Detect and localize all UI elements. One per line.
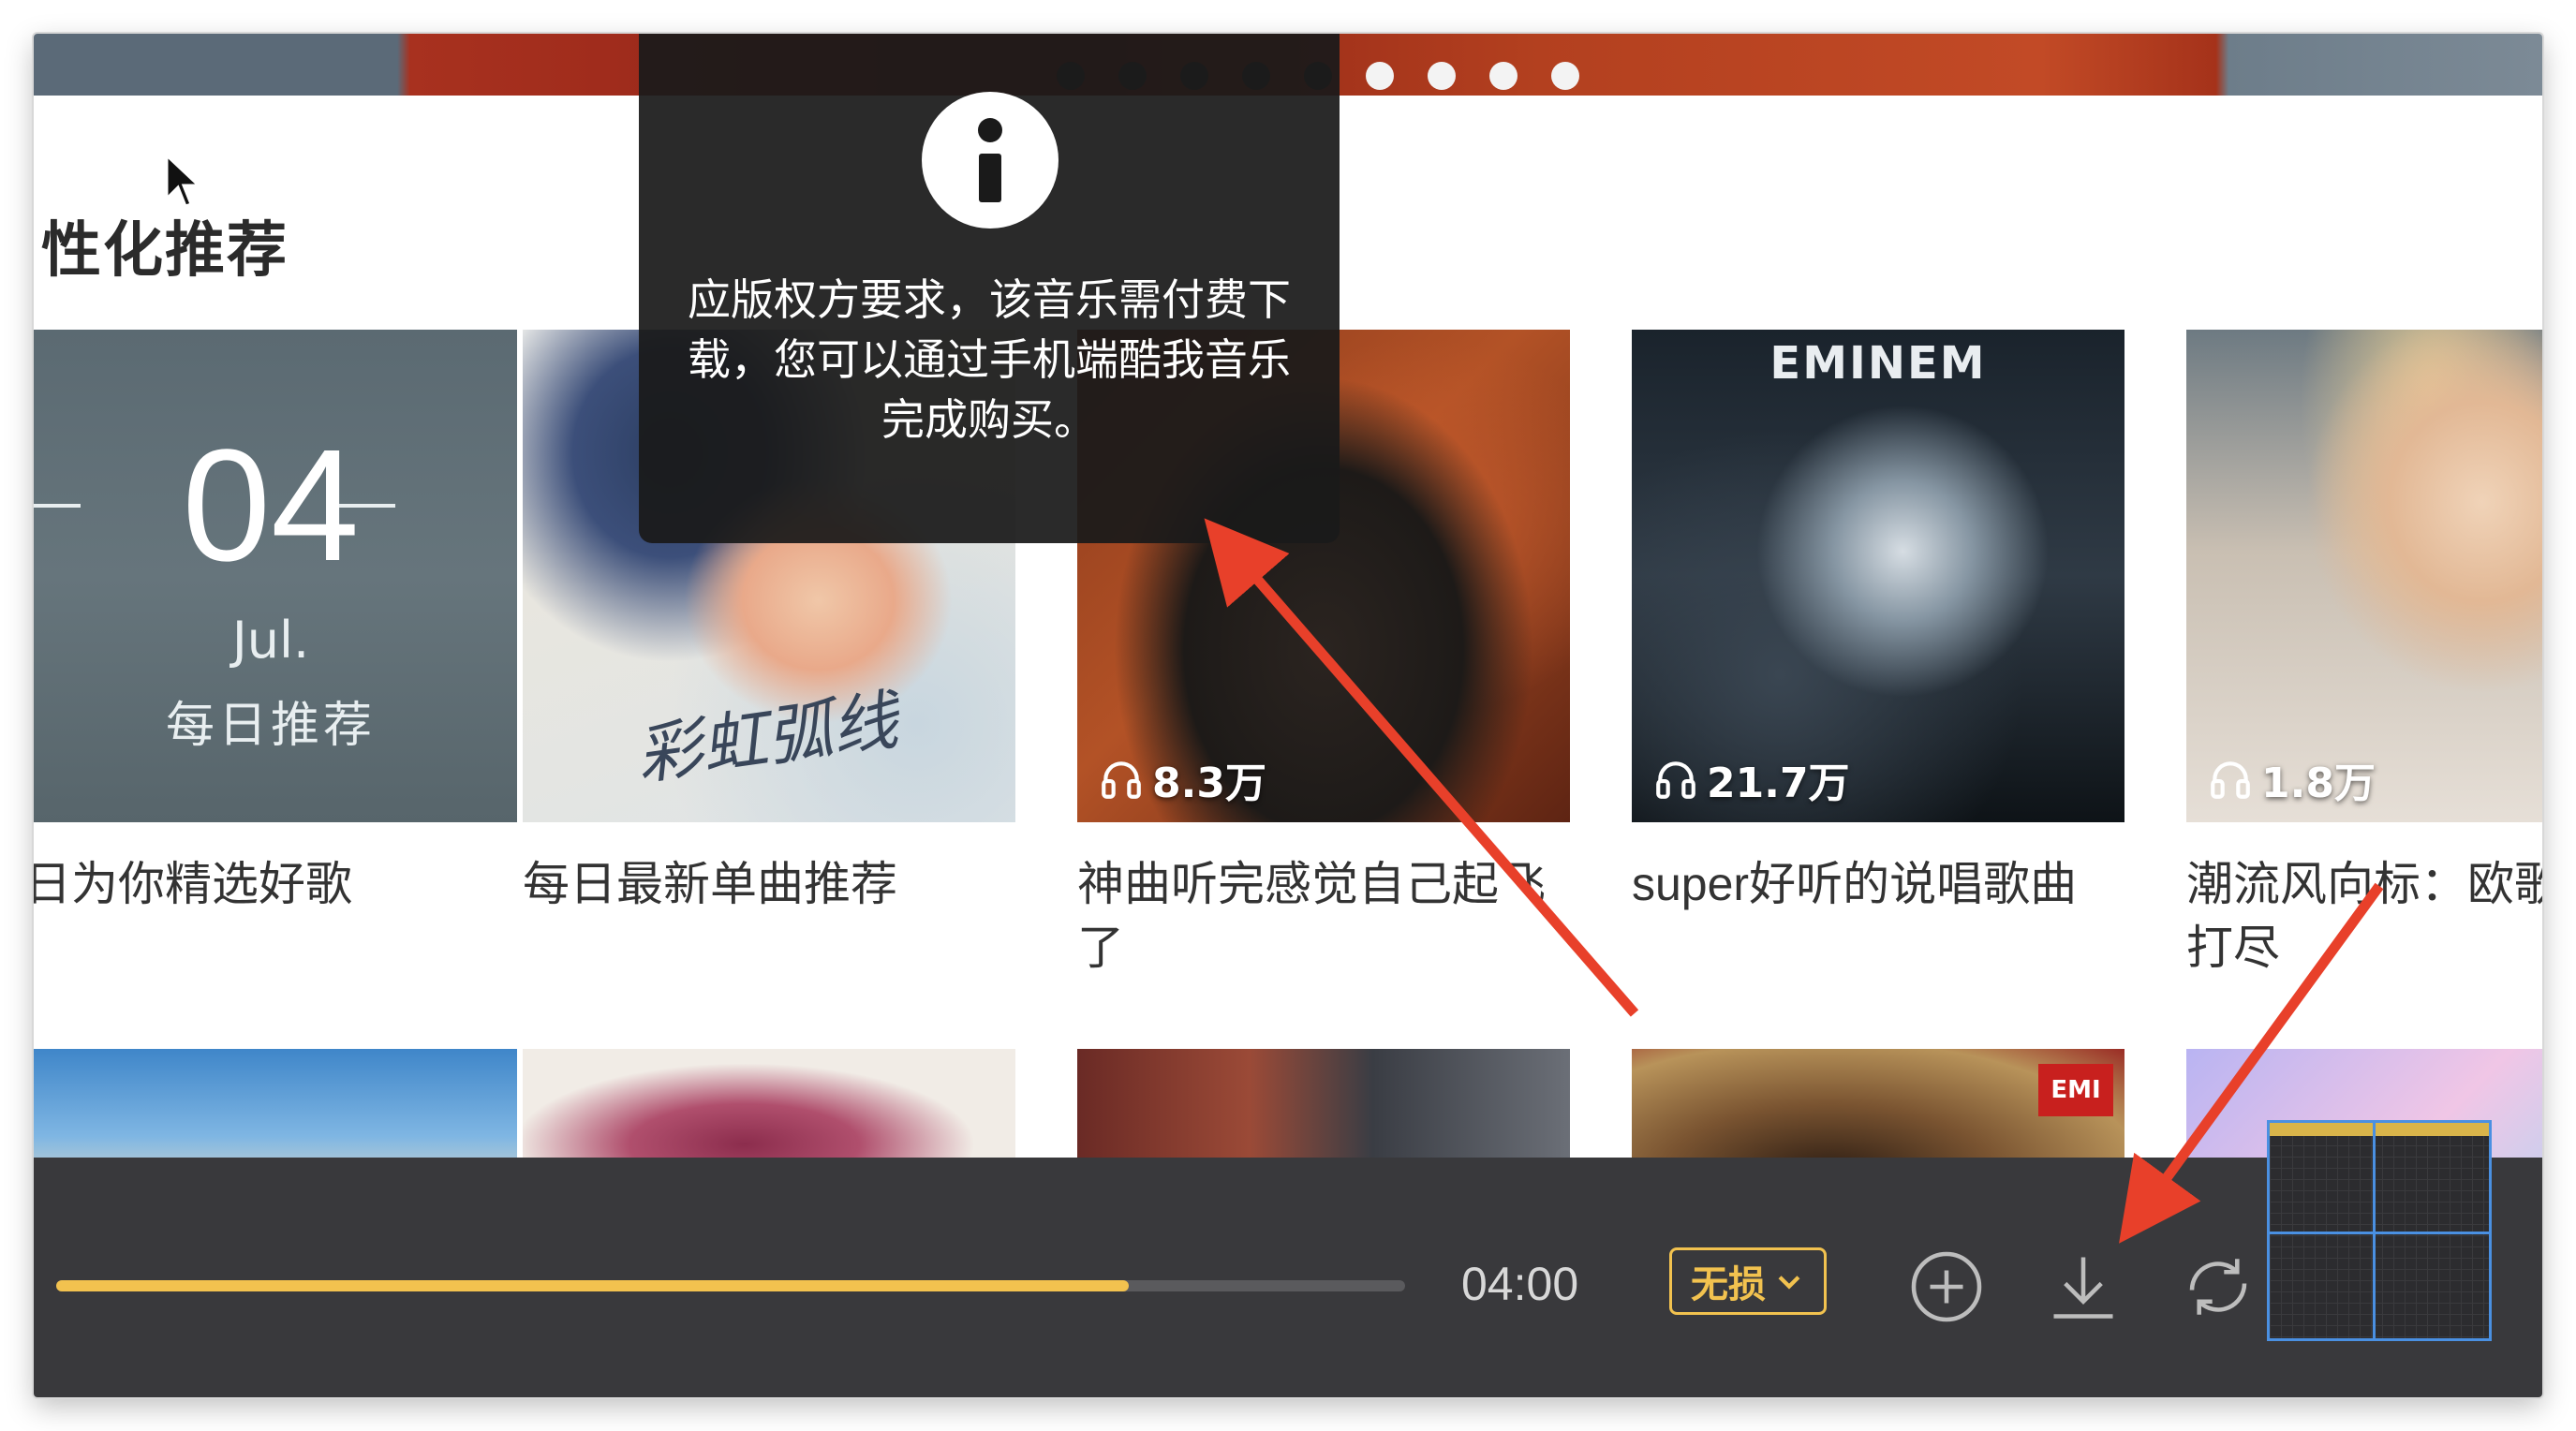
loop-mode-button[interactable] (2179, 1247, 2258, 1326)
daily-label: 每日推荐 (165, 698, 376, 754)
mouse-cursor-icon (165, 154, 202, 208)
progress-fill (56, 1280, 1129, 1291)
selection-grid-overlay[interactable] (2267, 1120, 2492, 1341)
carousel-dot[interactable] (1489, 62, 1517, 90)
add-to-playlist-button[interactable] (1907, 1247, 1986, 1326)
play-count-value: 1.8万 (2261, 760, 2376, 807)
quality-label: 无损 (1691, 1263, 1766, 1306)
play-count: 1.8万 (2207, 749, 2376, 809)
card-caption[interactable]: super好听的说唱歌曲 (1632, 852, 2124, 916)
divider-right (339, 504, 395, 508)
playlist-card[interactable]: 1.8万 潮流风向标：欧歌一网打尽 (2186, 330, 2542, 980)
cover-signature: 彩虹弧线 (631, 681, 903, 795)
card-caption[interactable]: 潮流风向标：欧歌一网打尽 (2186, 852, 2542, 980)
progress-bar[interactable] (56, 1280, 1405, 1291)
playlist-card[interactable]: EMINEM 21.7万 super好听的说唱歌曲 (1632, 330, 2124, 916)
playlist-card-daily[interactable]: 04 Jul. 每日推荐 日为你精选好歌 (34, 330, 517, 916)
headphones-icon (2211, 761, 2250, 799)
carousel-dot[interactable] (1366, 62, 1394, 90)
card-caption[interactable]: 神曲听完感觉自己起飞了 (1077, 852, 1570, 980)
carousel-dot[interactable] (1551, 62, 1579, 90)
info-icon (922, 92, 1059, 229)
section-title: 性化推荐 (41, 216, 289, 286)
notice-message: 应版权方要求，该音乐需付费下载，您可以通过手机端酷我音乐完成购买。 (688, 274, 1291, 445)
download-icon (2053, 1257, 2113, 1319)
playlist-cover[interactable]: EMINEM 21.7万 (1632, 330, 2124, 822)
chevron-down-icon (1778, 1276, 1800, 1290)
headphones-icon (1656, 761, 1695, 799)
play-count: 21.7万 (1652, 749, 1850, 809)
playlist-cover[interactable]: 1.8万 (2186, 330, 2542, 822)
loop-icon (2189, 1259, 2247, 1315)
download-button[interactable] (2044, 1247, 2123, 1326)
play-count: 8.3万 (1098, 749, 1266, 809)
headphones-icon (1102, 761, 1141, 799)
daily-month: Jul. (231, 611, 310, 670)
card-caption[interactable]: 日为你精选好歌 (34, 852, 517, 916)
play-count-value: 8.3万 (1152, 760, 1266, 807)
player-bar: 04:00 无损 (34, 1158, 2542, 1397)
screenshot-stage: 性化推荐 04 Jul. 每日推荐 日为你精选好歌 彩虹弧线 每日最新单曲推荐 (0, 0, 2576, 1431)
label-badge: EMI (2038, 1064, 2113, 1116)
carousel-dot[interactable] (1428, 62, 1456, 90)
daily-cover[interactable]: 04 Jul. 每日推荐 (34, 330, 517, 822)
cover-logo: EMINEM (1769, 337, 1987, 390)
card-caption[interactable]: 每日最新单曲推荐 (523, 852, 1015, 916)
app-window: 性化推荐 04 Jul. 每日推荐 日为你精选好歌 彩虹弧线 每日最新单曲推荐 (34, 34, 2542, 1397)
play-count-value: 21.7万 (1707, 760, 1850, 807)
quality-select-button[interactable]: 无损 (1669, 1247, 1827, 1315)
track-time: 04:00 (1461, 1258, 1579, 1310)
daily-day: 04 (182, 417, 360, 595)
add-circle-icon (1911, 1251, 1982, 1322)
